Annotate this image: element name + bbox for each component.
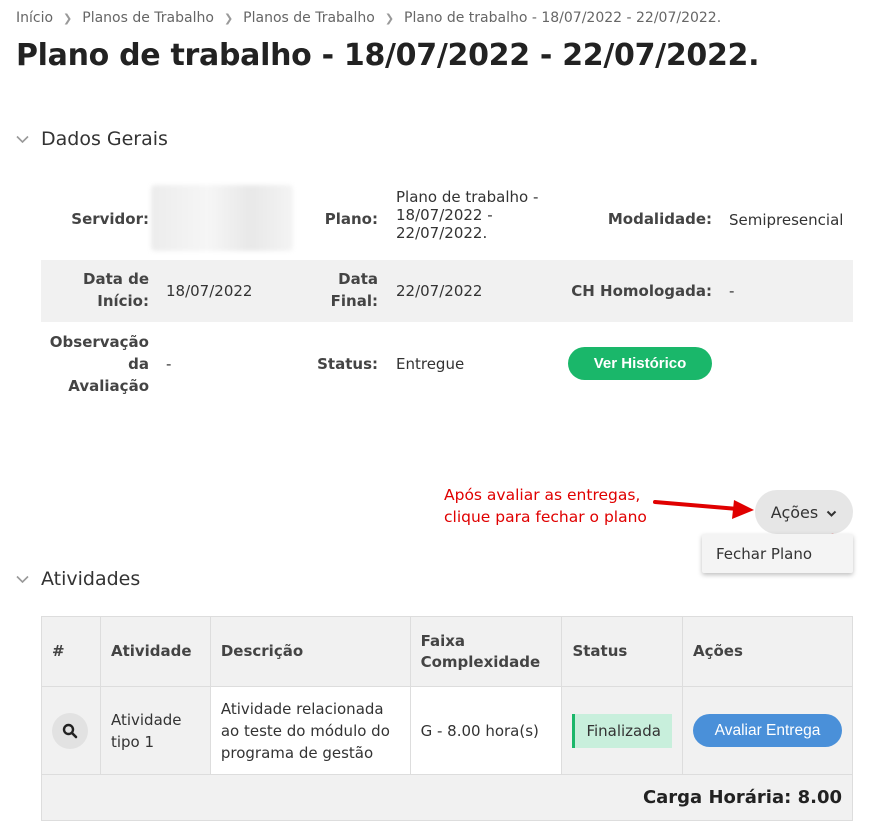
- avaliar-entrega-button[interactable]: Avaliar Entrega: [693, 714, 842, 747]
- col-header-index: #: [41, 616, 101, 687]
- ch-homologada-label: CH Homologada:: [571, 282, 712, 300]
- info-row-3: Observação da Avaliação - Status: Entreg…: [41, 322, 853, 408]
- status-label: Status:: [317, 355, 378, 373]
- col-header-faixa: Faixa Complexidade: [409, 616, 563, 687]
- atividades-title: Atividades: [41, 568, 141, 590]
- dados-gerais-panel: Servidor: Plano: Plano de trabalho - 18/…: [41, 178, 853, 408]
- annotation-text: Após avaliar as entregas, clique para fe…: [444, 486, 647, 526]
- cell-index: [41, 686, 101, 775]
- info-row-2: Data de Início: 18/07/2022 Data Final: 2…: [41, 260, 853, 322]
- col-header-atividade: Atividade: [99, 616, 211, 687]
- col-header-acoes: Ações: [682, 616, 853, 687]
- plano-value: Plano de trabalho - 18/07/2022 - 22/07/2…: [396, 188, 539, 242]
- data-final-label: Data Final:: [330, 270, 378, 310]
- cell-status: Finalizada: [561, 686, 683, 775]
- col-header-status: Status: [561, 616, 683, 687]
- chevron-down-icon: [826, 503, 837, 522]
- info-row-1: Servidor: Plano: Plano de trabalho - 18/…: [41, 178, 853, 260]
- cell-faixa: G - 8.00 hora(s): [409, 686, 563, 775]
- plano-label: Plano:: [324, 210, 378, 228]
- dados-gerais-header[interactable]: Dados Gerais: [14, 128, 168, 150]
- chevron-down-icon: [14, 571, 30, 587]
- observacao-value: -: [166, 355, 172, 373]
- cell-atividade: Atividade tipo 1: [99, 686, 211, 775]
- status-value: Entregue: [396, 355, 465, 373]
- servidor-label: Servidor:: [71, 210, 149, 228]
- acoes-dropdown-button[interactable]: Ações: [755, 490, 853, 534]
- chevron-down-icon: [14, 131, 30, 147]
- ver-historico-button[interactable]: Ver Histórico: [568, 347, 712, 380]
- observacao-label: Observação da Avaliação: [49, 333, 149, 395]
- menu-item-fechar-plano[interactable]: Fechar Plano: [702, 534, 853, 573]
- acoes-label: Ações: [770, 502, 819, 522]
- cell-descricao: Atividade relacionada ao teste do módulo…: [209, 686, 411, 775]
- cell-acoes: Avaliar Entrega: [682, 686, 853, 775]
- data-final-value: 22/07/2022: [396, 282, 483, 300]
- chevron-right-icon: ❯: [223, 11, 234, 25]
- page-title: Plano de trabalho - 18/07/2022 - 22/07/2…: [16, 38, 760, 73]
- breadcrumb-current: Plano de trabalho - 18/07/2022 - 22/07/2…: [404, 10, 722, 26]
- atividades-table: # Atividade Descrição Faixa Complexidade…: [41, 616, 853, 821]
- modalidade-label: Modalidade:: [607, 210, 712, 228]
- annotation-arrow-right: [653, 500, 754, 519]
- view-details-button[interactable]: [52, 712, 88, 749]
- data-inicio-value: 18/07/2022: [166, 282, 253, 300]
- breadcrumb-planos-1[interactable]: Planos de Trabalho: [82, 10, 214, 26]
- modalidade-value: Semipresencial: [729, 211, 844, 229]
- table-total-row: Carga Horária: 8.00: [41, 774, 853, 821]
- col-header-descricao: Descrição: [209, 616, 411, 687]
- atividades-header[interactable]: Atividades: [14, 568, 140, 590]
- status-badge: Finalizada: [572, 713, 672, 748]
- breadcrumb: Início ❯ Planos de Trabalho ❯ Planos de …: [16, 10, 721, 26]
- search-icon: [62, 723, 78, 738]
- chevron-right-icon: ❯: [63, 11, 73, 25]
- table-header-row: # Atividade Descrição Faixa Complexidade…: [41, 616, 853, 687]
- carga-horaria-total: Carga Horária: 8.00: [41, 774, 853, 821]
- breadcrumb-inicio[interactable]: Início: [16, 10, 53, 26]
- data-inicio-label: Data de Início:: [83, 270, 149, 310]
- chevron-right-icon: ❯: [384, 11, 395, 25]
- servidor-value-redacted: [151, 185, 293, 251]
- breadcrumb-planos-2[interactable]: Planos de Trabalho: [243, 10, 375, 26]
- ch-homologada-value: -: [729, 282, 735, 300]
- table-row: Atividade tipo 1 Atividade relacionada a…: [41, 686, 853, 775]
- dados-gerais-title: Dados Gerais: [41, 128, 168, 150]
